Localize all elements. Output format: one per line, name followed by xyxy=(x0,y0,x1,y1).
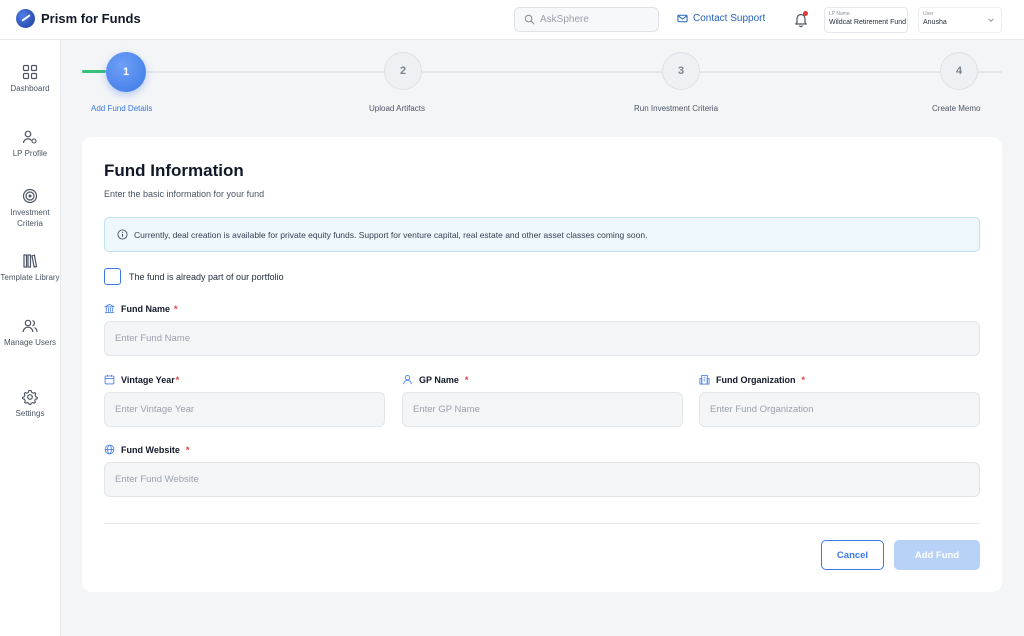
info-notice: Currently, deal creation is available fo… xyxy=(104,217,980,252)
fund-organization-field[interactable] xyxy=(699,392,980,427)
sidebar-item-label: Template Library xyxy=(0,273,60,282)
vintage-year-label-text: Vintage Year xyxy=(121,374,175,385)
sidebar-item-label: Manage Users xyxy=(3,338,57,347)
prism-logo-icon xyxy=(16,9,35,28)
portfolio-checkbox[interactable] xyxy=(104,268,121,285)
required-mark: * xyxy=(175,374,180,385)
person-icon xyxy=(403,375,412,385)
gear-icon xyxy=(22,389,38,405)
fund-website-input[interactable] xyxy=(105,463,979,496)
notifications-button[interactable] xyxy=(793,11,809,28)
fund-website-label-text: Fund Website xyxy=(121,444,180,455)
target-icon xyxy=(22,188,38,204)
gp-name-label: GP Name * xyxy=(402,374,468,385)
gp-name-label-text: GP Name xyxy=(419,374,459,385)
user-gear-icon xyxy=(22,130,37,144)
fund-organization-label: Fund Organization * xyxy=(699,374,805,385)
contact-support-label: Contact Support xyxy=(693,13,766,24)
stepper-progress xyxy=(82,70,106,73)
fund-name-label: Fund Name * xyxy=(104,303,178,314)
page-title: Fund Information xyxy=(104,161,244,180)
gp-name-field[interactable] xyxy=(402,392,683,427)
step-1-circle[interactable]: 1 xyxy=(106,52,146,92)
fund-name-field[interactable] xyxy=(104,321,980,356)
fund-organization-input[interactable] xyxy=(700,393,979,426)
notification-dot xyxy=(803,11,808,16)
contact-support-link[interactable]: Contact Support xyxy=(677,13,765,24)
sidebar-item-dashboard[interactable]: Dashboard xyxy=(0,64,60,94)
page-subtitle: Enter the basic information for your fun… xyxy=(104,189,265,199)
vintage-year-field[interactable] xyxy=(104,392,385,427)
sidebar: Dashboard LP Profile Investment Criteria… xyxy=(0,40,61,636)
fund-information-card: Fund Information Enter the basic informa… xyxy=(82,137,1002,592)
stepper-track xyxy=(82,71,1002,73)
bank-icon xyxy=(104,303,115,314)
cancel-button[interactable]: Cancel xyxy=(821,540,884,570)
portfolio-checkbox-label[interactable]: The fund is already part of our portfoli… xyxy=(129,272,284,282)
gp-name-input[interactable] xyxy=(403,393,682,426)
step-2-circle[interactable]: 2 xyxy=(384,52,422,90)
fund-name-input[interactable] xyxy=(105,322,979,355)
lp-name-select-value: Wildcat Retirement Fund xyxy=(829,19,907,26)
sidebar-item-lp-profile[interactable]: LP Profile xyxy=(0,129,60,159)
users-icon xyxy=(22,319,38,333)
books-icon xyxy=(23,254,38,268)
sidebar-item-settings[interactable]: Settings xyxy=(0,389,60,419)
fund-organization-label-text: Fund Organization xyxy=(716,374,796,385)
user-select-value: Anusha xyxy=(923,19,947,26)
add-fund-button[interactable]: Add Fund xyxy=(894,540,980,570)
step-4-label: Create Memo xyxy=(932,104,981,113)
calendar-icon xyxy=(104,374,115,385)
search-icon xyxy=(524,14,535,25)
sidebar-item-label: Settings xyxy=(15,409,45,418)
mail-icon xyxy=(677,14,688,23)
search-input[interactable] xyxy=(540,14,650,25)
required-mark: * xyxy=(801,374,806,385)
asksphere-search[interactable] xyxy=(514,7,659,32)
globe-icon xyxy=(104,444,115,455)
user-select-label: User xyxy=(923,11,934,17)
vintage-year-input[interactable] xyxy=(105,393,384,426)
grid-icon xyxy=(22,64,38,80)
info-icon xyxy=(117,229,128,240)
fund-website-label: Fund Website * xyxy=(104,444,189,455)
info-notice-text: Currently, deal creation is available fo… xyxy=(134,229,648,240)
lp-name-select[interactable]: LP Name Wildcat Retirement Fund xyxy=(824,7,908,33)
fund-name-label-text: Fund Name xyxy=(121,303,171,314)
top-header: Prism for Funds Contact Support LP Name … xyxy=(0,0,1024,40)
sidebar-item-label: Dashboard xyxy=(10,84,50,93)
step-3-label: Run Investment Criteria xyxy=(634,104,719,113)
user-select[interactable]: User Anusha xyxy=(918,7,1002,33)
brand[interactable]: Prism for Funds xyxy=(16,9,141,28)
app-title: Prism for Funds xyxy=(41,11,141,26)
building-icon xyxy=(699,374,710,385)
sidebar-item-manage-users[interactable]: Manage Users xyxy=(0,318,60,348)
required-mark: * xyxy=(174,303,178,314)
fund-website-field[interactable] xyxy=(104,462,980,497)
step-4-circle[interactable]: 4 xyxy=(940,52,978,90)
sidebar-item-template-library[interactable]: Template Library xyxy=(0,253,60,283)
sidebar-item-label: LP Profile xyxy=(12,149,48,158)
required-mark: * xyxy=(464,374,469,385)
chevron-down-icon xyxy=(988,18,994,23)
required-mark: * xyxy=(185,444,190,455)
sidebar-item-label: Investment Criteria xyxy=(10,208,50,228)
step-1-label: Add Fund Details xyxy=(91,104,153,113)
step-2-label: Upload Artifacts xyxy=(369,104,426,113)
sidebar-item-investment-criteria[interactable]: Investment Criteria xyxy=(0,188,60,229)
vintage-year-label: Vintage Year * xyxy=(104,374,179,385)
step-3-circle[interactable]: 3 xyxy=(662,52,700,90)
form-divider xyxy=(104,523,980,524)
lp-name-select-label: LP Name xyxy=(829,11,850,17)
